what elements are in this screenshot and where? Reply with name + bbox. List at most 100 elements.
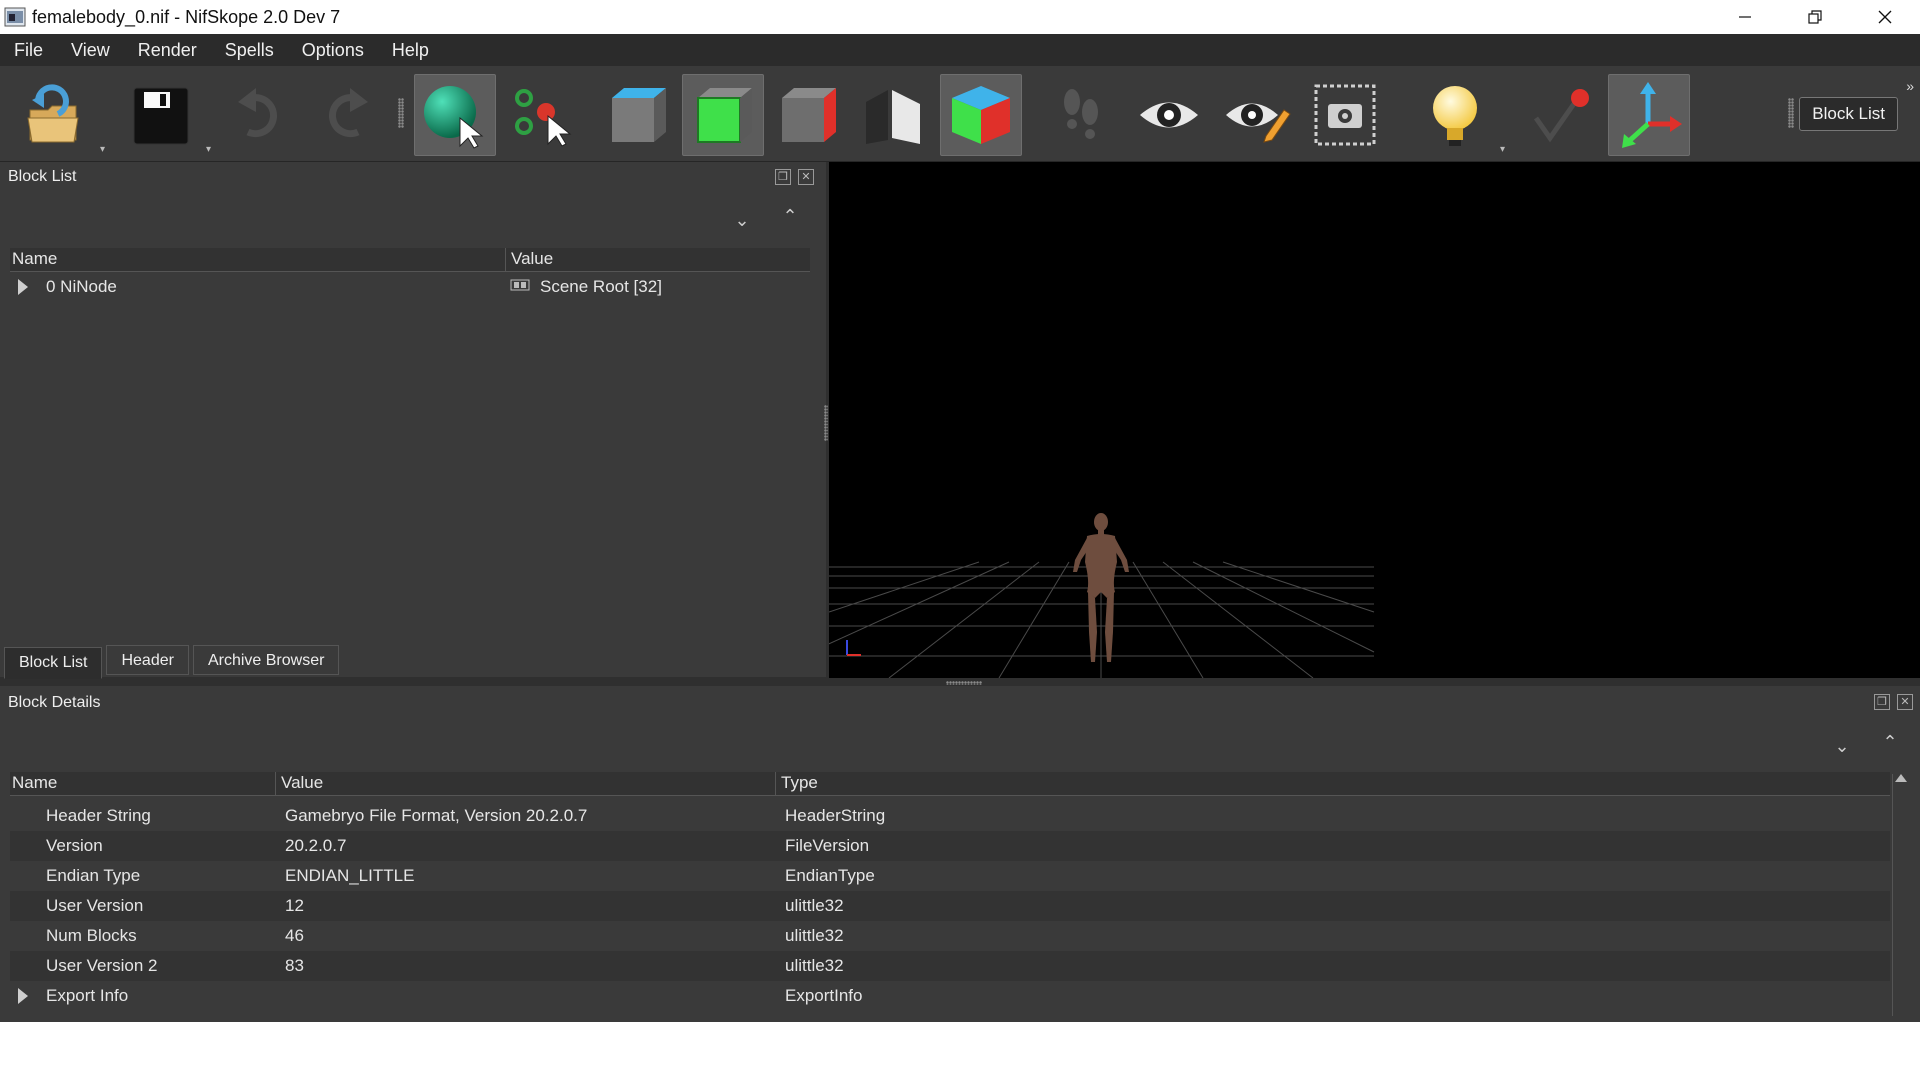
collapse-all-icon[interactable]: ⌄ [728,210,756,238]
field-type: ulittle32 [785,896,844,915]
expand-arrow-icon[interactable] [18,279,28,295]
column-type[interactable]: Type [781,773,818,793]
field-name: Header String [46,806,151,825]
table-row[interactable]: Export Info ExportInfo [10,981,1890,1011]
block-details-panel: Block Details ❐ ✕ ⌄ ⌃ Name Value Type He… [0,686,1920,1022]
select-vertex-icon [515,89,572,147]
tab-block-list[interactable]: Block List [4,647,103,679]
field-value[interactable]: 83 [285,951,304,981]
column-value[interactable]: Value [511,249,553,269]
show-hidden-button[interactable] [1216,74,1298,156]
visibility-icon [1140,102,1198,128]
block-details-close-icon[interactable]: ✕ [1897,694,1913,710]
column-name[interactable]: Name [12,249,57,269]
table-row[interactable]: User Version 2 83 ulittle32 [10,951,1890,981]
menu-file[interactable]: File [0,34,57,66]
horizontal-splitter[interactable] [946,681,982,685]
close-icon [1878,10,1892,24]
origin-axes-icon [846,640,861,656]
field-name: Version [46,836,103,855]
field-type: ulittle32 [785,926,844,945]
lighting-button[interactable] [1414,74,1496,156]
field-value[interactable]: 12 [285,891,304,921]
field-value[interactable]: 20.2.0.7 [285,831,346,861]
load-button[interactable] [12,74,94,156]
visibility-button[interactable] [1128,74,1210,156]
minimize-icon [1739,16,1751,18]
block-name: 0 NiNode [46,277,117,296]
vertex-colors-icon [1533,89,1589,143]
menu-spells[interactable]: Spells [211,34,288,66]
block-list-panel: Block List ❐ ✕ ⌄ ⌃ Name Value 0 NiNode S… [0,162,826,679]
toolbar-grip[interactable] [398,98,404,128]
block-list-close-icon[interactable]: ✕ [798,169,814,185]
save-dropdown-icon[interactable]: ▾ [206,144,214,155]
menu-help[interactable]: Help [378,34,443,66]
block-list-float-icon[interactable]: ❐ [775,169,791,185]
table-row[interactable]: Num Blocks 46 ulittle32 [10,921,1890,951]
toolbar-overflow-icon[interactable]: » [1906,78,1914,94]
redo-button[interactable] [304,74,386,156]
render-viewport[interactable] [829,162,1920,678]
table-row[interactable]: User Version 12 ulittle32 [10,891,1890,921]
tree-row[interactable]: 0 NiNode Scene Root [32] [10,274,810,300]
restore-button[interactable] [1780,0,1850,34]
expand-arrow-icon[interactable] [18,988,28,1004]
table-row[interactable]: Header String Gamebryo File Format, Vers… [10,801,1890,831]
screenshot-button[interactable] [1304,74,1386,156]
expand-all-icon[interactable]: ⌃ [776,206,804,234]
view-perspective-button[interactable] [940,74,1022,156]
scroll-up-arrow-icon[interactable] [1895,774,1907,782]
block-list-header: Name Value [10,248,810,272]
minimize-button[interactable] [1710,0,1780,34]
tab-archive-browser[interactable]: Archive Browser [192,645,340,675]
axes-button[interactable] [1608,74,1690,156]
select-object-icon [424,86,484,149]
block-value: Scene Root [32] [540,277,662,296]
axes-icon [1622,82,1682,148]
lighting-icon [1433,86,1477,146]
vertical-splitter[interactable] [824,405,828,441]
undo-button[interactable] [220,74,302,156]
menu-render[interactable]: Render [124,34,211,66]
save-button[interactable] [120,74,202,156]
close-button[interactable] [1850,0,1920,34]
tab-header[interactable]: Header [106,645,189,675]
field-type: FileVersion [785,836,870,855]
table-row[interactable]: Version 20.2.0.7 FileVersion [10,831,1890,861]
view-top-button[interactable] [596,74,678,156]
toolbar-grip-2[interactable] [1788,98,1794,128]
field-name: Endian Type [46,866,141,885]
field-type: HeaderString [785,806,886,825]
restore-icon [1808,10,1822,24]
column-name[interactable]: Name [12,773,57,793]
view-side-button[interactable] [766,74,848,156]
select-object-button[interactable] [414,74,496,156]
lighting-dropdown-icon[interactable]: ▾ [1500,144,1508,155]
block-list-tabs: Block List Header Archive Browser [0,643,340,679]
window-title: femalebody_0.nif - NifSkope 2.0 Dev 7 [32,6,341,27]
details-expand-all-icon[interactable]: ⌃ [1876,732,1904,760]
field-value[interactable]: ENDIAN_LITTLE [285,861,414,891]
block-list-toggle-button[interactable]: Block List [1799,97,1898,131]
details-scrollbar[interactable] [1892,774,1908,1016]
column-value[interactable]: Value [281,773,323,793]
field-value[interactable]: Gamebryo File Format, Version 20.2.0.7 [285,801,587,831]
vertex-colors-button[interactable] [1520,74,1602,156]
walk-mode-button[interactable] [1040,74,1122,156]
select-vertex-button[interactable] [500,74,582,156]
view-user-button[interactable] [852,74,934,156]
block-details-float-icon[interactable]: ❐ [1874,694,1890,710]
view-top-icon [612,88,666,142]
field-name: User Version [46,896,144,915]
table-row[interactable]: Endian Type ENDIAN_LITTLE EndianType [10,861,1890,891]
title-bar: femalebody_0.nif - NifSkope 2.0 Dev 7 [0,0,1920,34]
details-collapse-all-icon[interactable]: ⌄ [1828,736,1856,764]
menu-view[interactable]: View [57,34,124,66]
nifskope-window: femalebody_0.nif - NifSkope 2.0 Dev 7 Fi… [0,0,1920,1022]
load-dropdown-icon[interactable]: ▾ [100,144,108,155]
show-hidden-icon [1226,103,1291,143]
menu-options[interactable]: Options [288,34,378,66]
field-value[interactable]: 46 [285,921,304,951]
view-front-button[interactable] [682,74,764,156]
